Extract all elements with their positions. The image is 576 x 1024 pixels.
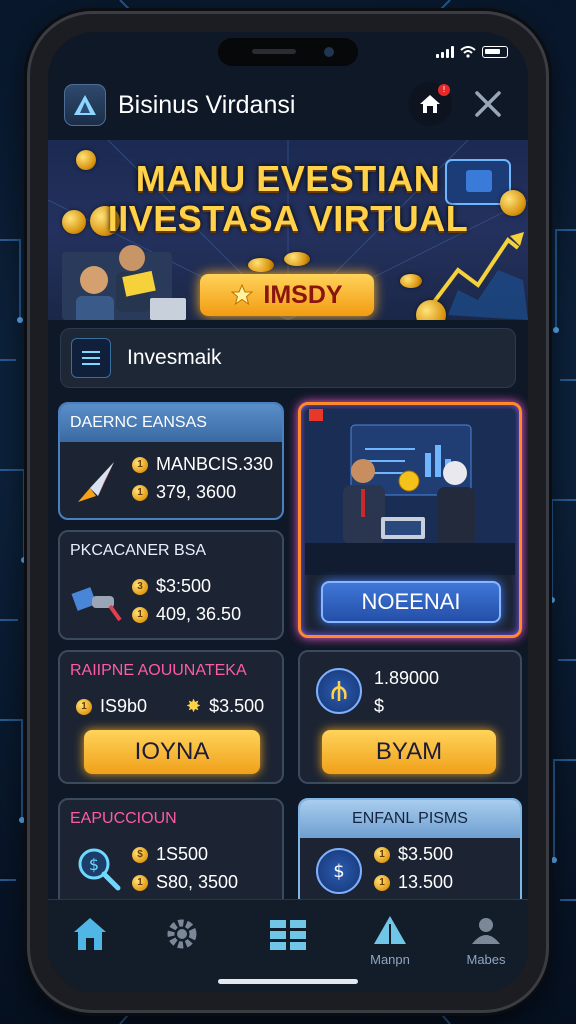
- banner-title-line1: MANU EVESTIAN: [135, 158, 441, 199]
- bottom-tab-bar: Manpn Mabes: [48, 899, 528, 992]
- investment-card-6[interactable]: ENFANL PISMS $ 1 $3.500 1 13.500: [298, 798, 522, 908]
- card-3-button[interactable]: IOYNA: [84, 730, 260, 774]
- banner-title-line2: IIVESTASA VIRTUAL: [107, 198, 469, 239]
- promo-banner: MANU EVESTIAN IIVESTASA VIRTUAL IMSDY: [48, 140, 528, 320]
- home-notification-button[interactable]: !: [408, 82, 452, 126]
- card-5-row-1: $1S500: [132, 844, 208, 865]
- medical-coin-icon: $: [316, 848, 362, 894]
- close-icon: [475, 91, 501, 117]
- coin-icon: 1: [132, 874, 148, 891]
- coin-icon: 1: [132, 456, 148, 473]
- coin-icon: [284, 252, 310, 266]
- card-2-value-2: 409, 36.50: [156, 604, 242, 624]
- feature-card-button[interactable]: NOEENAI: [321, 581, 501, 623]
- person-icon: [472, 918, 500, 944]
- app-bar: Bisinus Virdansi !: [64, 80, 512, 130]
- investment-card-5[interactable]: EAPUCCIOUN $ $1S500 1 S80, 3500: [58, 798, 284, 908]
- grid-icon: [270, 920, 306, 950]
- card-6-row-1: 1 $3.500: [374, 844, 453, 865]
- star-icon: [231, 284, 254, 306]
- card-5-value-1: 1S500: [156, 844, 209, 864]
- tab-mabes[interactable]: Mabes: [456, 914, 516, 967]
- camera: [324, 47, 334, 57]
- coin-icon: [400, 274, 422, 288]
- status-bar: [48, 32, 528, 76]
- phone-screen: Bisinus Virdansi ! MANU EVESTIAN IIVESTA…: [48, 32, 528, 992]
- card-2-row-2: 1 409, 36.50: [132, 604, 241, 625]
- battery-icon: [482, 46, 508, 58]
- app-logo-icon: [64, 84, 106, 126]
- card-2-value-1: $3:500: [156, 576, 212, 596]
- speaker: [252, 49, 296, 54]
- card-2-row-1: 3 $3:500: [132, 576, 211, 597]
- card-4-value-2: $: [374, 696, 385, 716]
- card-1-row-2: 1 379, 3600: [132, 482, 236, 503]
- banner-cta-label: IMSDY: [263, 280, 343, 309]
- card-6-value-1: $3.500: [398, 844, 454, 864]
- satellite-icon: [71, 587, 122, 622]
- coin-icon: $: [132, 846, 148, 863]
- notification-badge: !: [438, 84, 450, 96]
- card-3-row-1: 1 IS9b0: [76, 696, 147, 717]
- coin-icon: 1: [76, 698, 92, 715]
- business-meeting-illustration: [305, 409, 515, 575]
- card-3-value-2: $3.500: [209, 696, 265, 716]
- card-6-row-2: 1 13.500: [374, 872, 453, 893]
- svg-text:$: $: [333, 861, 344, 882]
- coin-icon: 1: [374, 874, 390, 891]
- section-header: Invesmaik: [60, 328, 516, 388]
- signal-icon: [436, 46, 454, 58]
- card-6-title: ENFANL PISMS: [300, 800, 520, 838]
- card-1-title: DAERNC EANSAS: [60, 404, 282, 442]
- rocket-icon: [78, 462, 114, 502]
- card-4-value-1: 1.89000: [374, 668, 440, 688]
- coin-icon: 1: [132, 606, 148, 623]
- close-button[interactable]: [470, 86, 506, 122]
- investment-card-4[interactable]: 1.89000 $ BYAM: [298, 650, 522, 784]
- investment-card-1[interactable]: DAERNC EANSAS 1 MANBCIS.330 1 379, 3600: [58, 402, 284, 520]
- app-title: Bisinus Virdansi: [118, 90, 296, 119]
- card-4-button[interactable]: BYAM: [322, 730, 496, 774]
- card-3-title: RAIIPNE AOUUNATEKA: [70, 662, 247, 679]
- coin-icon: [248, 258, 274, 272]
- gear-icon: [167, 919, 197, 949]
- tab-settings[interactable]: [152, 914, 212, 958]
- card-1-value-2: 379, 3600: [156, 482, 237, 502]
- card-1-value-1: MANBCIS.330: [156, 454, 274, 474]
- tab-manpn[interactable]: Manpn: [360, 914, 420, 967]
- coin-icon: 3: [132, 578, 148, 595]
- wifi-icon: [460, 46, 476, 58]
- feature-card[interactable]: NOEENAI: [298, 402, 522, 638]
- investment-card-2[interactable]: PKCACANER BSA 3 $3:500 1 409, 36.50: [58, 530, 284, 640]
- card-3-row-2: ✸ $3.500: [186, 696, 264, 717]
- coin-icon: 1: [374, 846, 390, 863]
- card-1-row-1: 1 MANBCIS.330: [132, 454, 273, 475]
- card-3-value-1: IS9b0: [100, 696, 148, 716]
- search-money-icon: $: [78, 848, 121, 891]
- card-6-value-2: 13.500: [398, 872, 454, 892]
- house-icon: [420, 95, 440, 113]
- sparkle-icon: ✸: [186, 696, 202, 716]
- card-5-value-2: S80, 3500: [156, 872, 239, 892]
- svg-text:$: $: [89, 855, 99, 874]
- phone-frame: Bisinus Virdansi ! MANU EVESTIAN IIVESTA…: [30, 14, 546, 1010]
- home-icon: [74, 918, 106, 950]
- banner-cta-button[interactable]: IMSDY: [200, 274, 374, 316]
- status-icons: [436, 46, 508, 58]
- card-2-title: PKCACANER BSA: [70, 542, 207, 559]
- notch: [218, 38, 358, 66]
- tree-icon: [374, 916, 406, 944]
- home-indicator[interactable]: [218, 979, 358, 984]
- tab-home[interactable]: [60, 914, 120, 958]
- growth-icon: [316, 668, 362, 714]
- card-5-title: EAPUCCIOUN: [70, 810, 177, 827]
- list-icon: [71, 338, 111, 378]
- card-5-row-2: 1 S80, 3500: [132, 872, 238, 893]
- coin-icon: 1: [132, 484, 148, 501]
- investment-card-3[interactable]: RAIIPNE AOUUNATEKA 1 IS9b0 ✸ $3.500 IOYNA: [58, 650, 284, 784]
- tab-grid[interactable]: [258, 914, 318, 958]
- section-title: Invesmaik: [127, 346, 222, 369]
